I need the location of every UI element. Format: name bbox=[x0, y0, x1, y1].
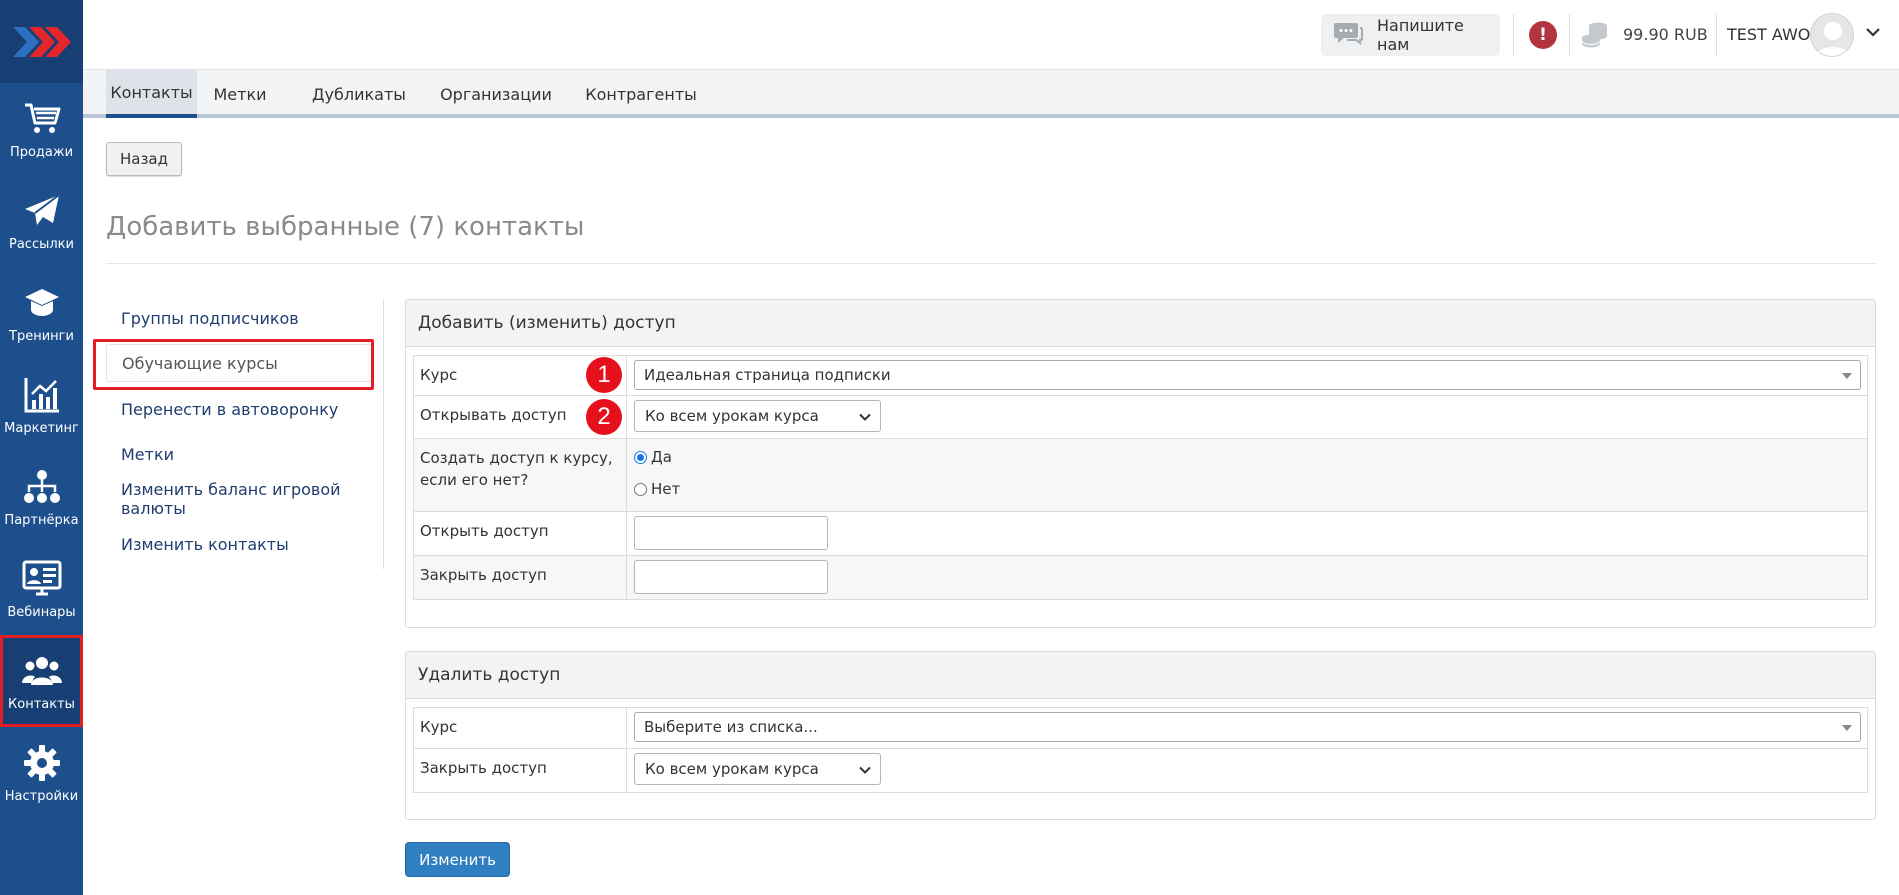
tab-tags[interactable]: Метки bbox=[210, 70, 270, 118]
sidebar-item-label: Тренинги bbox=[9, 328, 74, 344]
contact-us-label: Напишите нам bbox=[1377, 16, 1464, 54]
radio-yes[interactable]: Да bbox=[634, 448, 672, 466]
contact-us-button[interactable]: Напишите нам bbox=[1321, 14, 1500, 56]
form-row-close-date: Закрыть доступ bbox=[414, 556, 1867, 599]
divider bbox=[106, 263, 1876, 264]
chevron-down-icon bbox=[859, 766, 871, 774]
paper-plane-icon bbox=[22, 191, 62, 231]
sub-tabs: Контакты Метки Дубликаты Организации Кон… bbox=[83, 70, 1899, 118]
sidebar-item-label: Контакты bbox=[8, 696, 75, 712]
step-badge-1: 1 bbox=[586, 357, 622, 393]
course-select[interactable]: Идеальная страница подписки bbox=[634, 360, 1861, 390]
form-row-create-access: Создать доступ к курсу, если его нет? Да… bbox=[414, 439, 1867, 512]
radio-no[interactable]: Нет bbox=[634, 480, 680, 498]
tab-organizations[interactable]: Организации bbox=[435, 70, 557, 118]
divider bbox=[1513, 14, 1514, 56]
coins-icon bbox=[1580, 20, 1610, 50]
open-mode-select[interactable]: Ко всем урокам курса bbox=[634, 400, 881, 432]
sidebar: Продажи Рассылки Тренинги Маркетинг Парт… bbox=[0, 0, 83, 895]
sidebar-item-marketing[interactable]: Маркетинг bbox=[0, 359, 83, 451]
caret-down-icon bbox=[1842, 373, 1852, 379]
form-row-open-date: Открыть доступ bbox=[414, 512, 1867, 556]
form-row-course: Курс Выберите из списка... bbox=[414, 708, 1867, 749]
chevron-down-icon bbox=[859, 413, 871, 421]
balance-amount: 99.90 RUB bbox=[1623, 25, 1708, 44]
gear-icon bbox=[22, 743, 62, 783]
field-label-line: Создать доступ к курсу, bbox=[420, 449, 613, 467]
menu-item-tags[interactable]: Метки bbox=[106, 435, 372, 473]
menu-item-training-courses[interactable]: Обучающие курсы bbox=[106, 344, 372, 382]
field-label: Открыть доступ bbox=[414, 512, 627, 555]
divider bbox=[1569, 14, 1570, 56]
radio-button[interactable] bbox=[634, 482, 647, 496]
tab-counterparties[interactable]: Контрагенты bbox=[571, 70, 711, 118]
page-title: Добавить выбранные (7) контакты bbox=[106, 212, 585, 242]
sidebar-item-label: Вебинары bbox=[7, 604, 76, 620]
sidebar-item-trainings[interactable]: Тренинги bbox=[0, 267, 83, 359]
sidebar-item-label: Настройки bbox=[4, 788, 79, 804]
chevron-down-icon[interactable] bbox=[1863, 22, 1883, 42]
field-label: Закрыть доступ bbox=[414, 749, 627, 792]
top-header: Напишите нам ! 99.90 RUB TEST AWO bbox=[83, 0, 1899, 70]
panel-title: Добавить (изменить) доступ bbox=[406, 300, 1875, 347]
open-date-input[interactable] bbox=[634, 516, 828, 550]
remove-course-select[interactable]: Выберите из списка... bbox=[634, 712, 1861, 742]
sidebar-item-label: Рассылки bbox=[9, 236, 74, 252]
sidebar-item-contacts[interactable]: Контакты bbox=[0, 635, 83, 727]
logo-chevrons-icon bbox=[12, 26, 71, 57]
sidebar-item-webinars[interactable]: Вебинары bbox=[0, 543, 83, 635]
remove-course-select-value: Выберите из списка... bbox=[644, 718, 818, 736]
users-icon bbox=[21, 651, 62, 691]
form-row-course: Курс Идеальная страница подписки bbox=[414, 356, 1867, 396]
course-select-value: Идеальная страница подписки bbox=[644, 366, 891, 384]
alert-icon[interactable]: ! bbox=[1529, 21, 1557, 49]
add-access-form: Курс Идеальная страница подписки Открыва… bbox=[413, 355, 1868, 600]
back-button[interactable]: Назад bbox=[106, 142, 182, 176]
divider bbox=[1716, 14, 1717, 56]
form-row-open-mode: Открывать доступ Ко всем урокам курса bbox=[414, 396, 1867, 439]
chat-bubble-icon bbox=[1333, 21, 1363, 49]
sidebar-item-settings[interactable]: Настройки bbox=[0, 727, 83, 819]
chart-icon bbox=[22, 375, 62, 415]
sidebar-item-label: Маркетинг bbox=[4, 420, 79, 436]
remove-access-form: Курс Выберите из списка... Закрыть досту… bbox=[413, 707, 1868, 793]
user-name[interactable]: TEST AWO bbox=[1727, 25, 1810, 44]
panel-title: Удалить доступ bbox=[406, 652, 1875, 699]
sidebar-item-partners[interactable]: Партнёрка bbox=[0, 451, 83, 543]
cart-icon bbox=[22, 99, 62, 139]
form-row-close-mode: Закрыть доступ Ко всем урокам курса bbox=[414, 749, 1867, 792]
sidebar-item-label: Продажи bbox=[9, 144, 74, 160]
field-label: Курс bbox=[414, 708, 627, 748]
sidebar-item-label: Партнёрка bbox=[4, 512, 79, 528]
radio-label: Да bbox=[651, 448, 672, 466]
sidebar-item-mailings[interactable]: Рассылки bbox=[0, 175, 83, 267]
network-icon bbox=[22, 467, 62, 507]
webinar-icon bbox=[22, 559, 62, 599]
close-mode-select[interactable]: Ко всем урокам курса bbox=[634, 753, 881, 785]
open-mode-select-value: Ко всем урокам курса bbox=[645, 407, 819, 425]
menu-item-edit-contacts[interactable]: Изменить контакты bbox=[106, 525, 372, 563]
field-label: Закрыть доступ bbox=[414, 556, 627, 599]
menu-item-game-currency[interactable]: Изменить баланс игровой валюты bbox=[106, 480, 372, 518]
graduation-cap-icon bbox=[22, 283, 62, 323]
field-label-line: если его нет? bbox=[420, 471, 529, 489]
menu-item-move-to-funnel[interactable]: Перенести в автоворонку bbox=[106, 390, 372, 428]
avatar[interactable] bbox=[1810, 13, 1854, 57]
tab-duplicates[interactable]: Дубликаты bbox=[310, 70, 408, 118]
close-date-input[interactable] bbox=[634, 560, 828, 594]
remove-access-panel: Удалить доступ Курс Выберите из списка..… bbox=[405, 651, 1876, 820]
step-badge-2: 2 bbox=[586, 399, 622, 435]
action-menu: Группы подписчиков Обучающие курсы Перен… bbox=[106, 299, 384, 569]
sidebar-item-sales[interactable]: Продажи bbox=[0, 83, 83, 175]
logo[interactable] bbox=[0, 0, 83, 83]
tab-contacts[interactable]: Контакты bbox=[106, 70, 197, 118]
caret-down-icon bbox=[1842, 725, 1852, 731]
close-mode-select-value: Ко всем урокам курса bbox=[645, 760, 819, 778]
submit-button[interactable]: Изменить bbox=[405, 842, 510, 877]
add-access-panel: Добавить (изменить) доступ Курс Идеальна… bbox=[405, 299, 1876, 628]
radio-button-checked[interactable] bbox=[634, 450, 647, 464]
field-label: Создать доступ к курсу, если его нет? bbox=[414, 439, 627, 511]
menu-item-subscriber-groups[interactable]: Группы подписчиков bbox=[106, 299, 372, 337]
radio-label: Нет bbox=[651, 480, 681, 498]
